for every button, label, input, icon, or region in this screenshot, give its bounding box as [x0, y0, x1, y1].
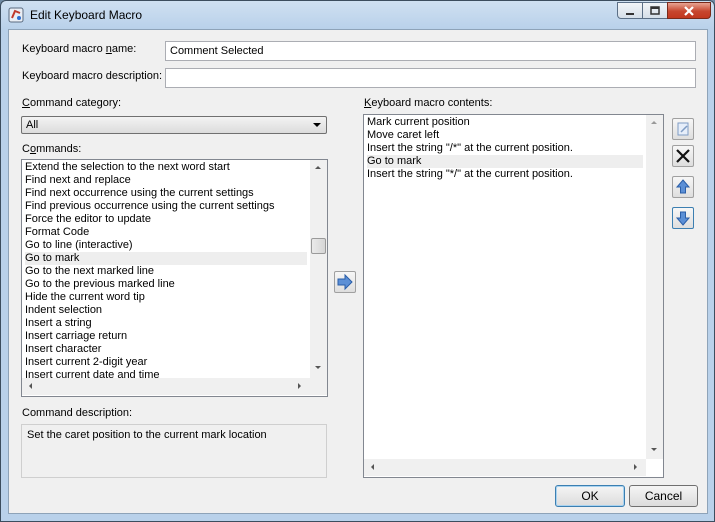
command-description-label: Command description: [22, 407, 133, 419]
scroll-corner [310, 378, 327, 395]
macro-description-input[interactable] [165, 68, 696, 88]
dialog-window: Edit Keyboard Macro Keyboard macro name:… [0, 0, 715, 522]
list-item[interactable]: Mark current position [367, 116, 643, 129]
scroll-left-icon[interactable] [29, 383, 32, 389]
command-description-box: Set the caret position to the current ma… [21, 424, 327, 478]
list-item[interactable]: Go to the next marked line [25, 265, 307, 278]
list-item[interactable]: Go to line (interactive) [25, 239, 307, 252]
close-icon [676, 149, 690, 163]
maximize-button[interactable] [642, 2, 668, 19]
macro-vertical-scrollbar[interactable] [646, 115, 663, 459]
minimize-button[interactable] [617, 2, 643, 19]
commands-vertical-scrollbar[interactable] [310, 160, 327, 378]
arrow-down-icon [675, 211, 691, 226]
list-item[interactable]: Go to the previous marked line [25, 278, 307, 291]
commands-label: Commands: [22, 143, 82, 155]
scroll-up-icon[interactable] [651, 121, 657, 124]
maximize-icon [650, 6, 660, 15]
list-item[interactable]: Insert carriage return [25, 330, 307, 343]
title-bar[interactable]: Edit Keyboard Macro [1, 1, 714, 29]
macro-description-label: Keyboard macro description: [22, 70, 163, 82]
list-item[interactable]: Insert current 2-digit year [25, 356, 307, 369]
chevron-down-icon [313, 123, 321, 127]
commands-scroll-thumb[interactable] [311, 238, 326, 254]
list-item[interactable]: Go to mark [367, 155, 643, 168]
list-item[interactable]: Insert the string "/*" at the current po… [367, 142, 643, 155]
scroll-left-icon[interactable] [371, 464, 374, 470]
arrow-up-icon [675, 179, 691, 194]
list-item[interactable]: Insert the string "*/" at the current po… [367, 168, 643, 181]
macro-horizontal-scrollbar[interactable] [364, 459, 646, 476]
list-item[interactable]: Extend the selection to the next word st… [25, 161, 307, 174]
macro-contents-label: Keyboard macro contents: [364, 97, 493, 109]
list-item[interactable]: Find next and replace [25, 174, 307, 187]
list-item[interactable]: Find previous occurrence using the curre… [25, 200, 307, 213]
list-item[interactable]: Indent selection [25, 304, 307, 317]
scroll-right-icon[interactable] [634, 464, 637, 470]
delete-step-button[interactable] [672, 145, 694, 167]
macro-name-label: Keyboard macro name: [22, 43, 137, 55]
scroll-right-icon[interactable] [298, 383, 301, 389]
macro-name-input[interactable]: Comment Selected [165, 41, 696, 61]
list-item[interactable]: Move caret left [367, 129, 643, 142]
window-title: Edit Keyboard Macro [30, 8, 143, 22]
command-category-select[interactable]: All [21, 116, 327, 134]
command-category-value: All [26, 119, 39, 131]
close-icon [684, 6, 694, 16]
macro-contents-list[interactable]: Mark current position Move caret left Inse… [363, 114, 664, 478]
minimize-icon [626, 13, 634, 15]
list-item[interactable]: Insert character [25, 343, 307, 356]
command-category-label: Command category: [22, 97, 122, 109]
commands-horizontal-scrollbar[interactable] [22, 378, 310, 395]
ok-button[interactable]: OK [555, 485, 625, 507]
edit-step-button[interactable] [672, 118, 694, 140]
command-description-text: Set the caret position to the current ma… [27, 429, 267, 441]
scroll-down-icon[interactable] [315, 366, 321, 369]
add-command-button[interactable] [334, 271, 356, 293]
edit-icon [677, 122, 689, 136]
scroll-up-icon[interactable] [315, 166, 321, 169]
dialog-body: Keyboard macro name: Comment Selected Ke… [8, 29, 708, 514]
list-item[interactable]: Insert a string [25, 317, 307, 330]
scroll-down-icon[interactable] [651, 448, 657, 451]
close-window-button[interactable] [667, 2, 711, 19]
list-item[interactable]: Find next occurrence using the current s… [25, 187, 307, 200]
cancel-button[interactable]: Cancel [629, 485, 698, 507]
list-item[interactable]: Force the editor to update [25, 213, 307, 226]
list-item[interactable]: Hide the current word tip [25, 291, 307, 304]
list-item[interactable]: Format Code [25, 226, 307, 239]
arrow-right-icon [337, 273, 353, 291]
move-up-button[interactable] [672, 176, 694, 198]
commands-list[interactable]: Extend the selection to the next word st… [21, 159, 328, 397]
app-icon [8, 7, 24, 23]
move-down-button[interactable] [672, 207, 694, 229]
list-item[interactable]: Go to mark [25, 252, 307, 265]
